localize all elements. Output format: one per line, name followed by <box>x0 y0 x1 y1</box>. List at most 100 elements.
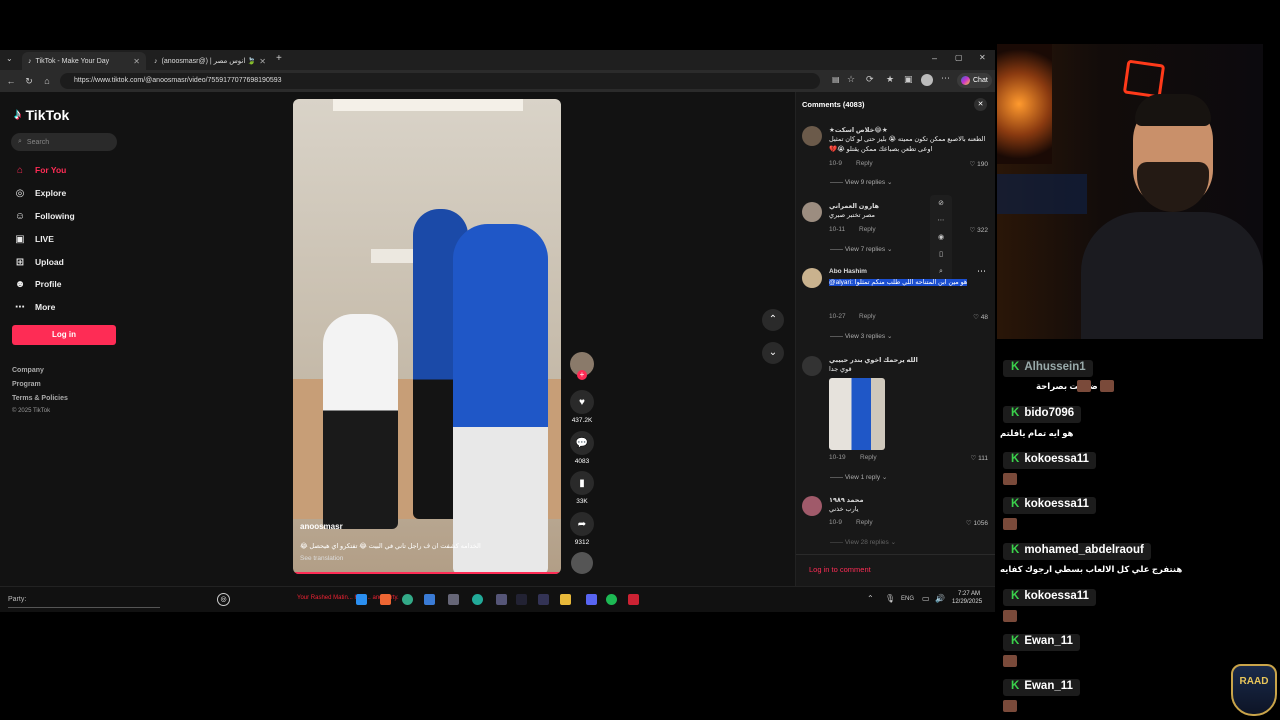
close-window-icon[interactable]: ✕ <box>979 53 986 62</box>
comment-like[interactable]: ♡ 322 <box>970 226 989 234</box>
chat-username[interactable]: K Ewan_11 <box>1003 679 1080 696</box>
back-icon[interactable]: ← <box>2 76 20 86</box>
nav-live[interactable]: ▣ LIVE <box>14 233 54 245</box>
video-author[interactable]: anoosmasr <box>300 522 343 531</box>
reply-button[interactable]: Reply <box>856 160 873 167</box>
reply-button[interactable]: Reply <box>859 226 876 233</box>
chat-username[interactable]: Kkokoessa11 <box>1003 497 1096 514</box>
comment-more-icon[interactable]: ⋯ <box>977 266 986 277</box>
video-progress-bar[interactable] <box>293 572 561 574</box>
edge-icon[interactable] <box>472 594 483 605</box>
network-icon[interactable]: ▭ <box>922 594 930 603</box>
comment-author[interactable]: Abo Hashim <box>829 268 867 275</box>
video-player[interactable]: anoosmasr الخدامه كشفت ان ف راجل تاني في… <box>293 99 561 574</box>
tab-tiktok[interactable]: ♪ TikTok - Make Your Day ✕ <box>22 52 146 70</box>
comment-action[interactable]: 💬 4083 <box>568 431 596 465</box>
app-icon[interactable] <box>628 594 639 605</box>
folder-icon[interactable] <box>560 594 571 605</box>
close-tab-icon[interactable]: ✕ <box>259 57 266 66</box>
avatar[interactable] <box>802 202 822 222</box>
avatar[interactable] <box>802 268 822 288</box>
extension-icon[interactable]: ⟳ <box>866 74 874 85</box>
comment-author[interactable]: هارون العمراني <box>829 202 879 210</box>
tab-profile[interactable]: ♪ (anoosmasr@) | انوس مصر 🍃 ... ✕ <box>148 52 272 70</box>
chat-username[interactable]: Kkokoessa11 <box>1003 452 1096 469</box>
more-icon[interactable]: ⋯ <box>930 212 952 229</box>
nav-profile[interactable]: ☻ Profile <box>14 278 62 290</box>
chat-username[interactable]: Kmohamed_abdelraouf <box>1003 543 1151 560</box>
footer-company[interactable]: Company <box>12 367 44 374</box>
mic-icon[interactable]: 🎙 <box>885 594 895 603</box>
comment-like[interactable]: ♡ 111 <box>970 454 988 462</box>
comment-like[interactable]: ♡ 48 <box>973 313 988 321</box>
comment-like[interactable]: ♡ 1056 <box>966 519 988 527</box>
hide-icon[interactable]: ⊘ <box>930 195 952 212</box>
nav-more[interactable]: ⋯ More <box>14 301 55 313</box>
maximize-icon[interactable]: ▢ <box>955 53 963 62</box>
comment-author[interactable]: محمد ١٩٨٩ <box>829 496 864 504</box>
reply-button[interactable]: Reply <box>859 313 876 320</box>
avatar[interactable] <box>802 496 822 516</box>
login-button[interactable]: Log in <box>12 325 116 345</box>
follow-plus-icon[interactable]: + <box>577 370 587 380</box>
view-replies[interactable]: —— View 1 reply ⌄ <box>830 473 887 481</box>
close-tab-icon[interactable]: ✕ <box>133 57 140 66</box>
chat-username[interactable]: K Ewan_11 <box>1003 634 1080 651</box>
next-video-button[interactable]: ⌄ <box>762 342 784 364</box>
avatar[interactable] <box>802 126 822 146</box>
share-action[interactable]: ➦ 9312 <box>568 512 596 546</box>
comment-author[interactable]: ★خلاص اسكت😂★ <box>829 126 888 134</box>
tab-list-icon[interactable]: ⌄ <box>6 54 13 63</box>
minimize-icon[interactable]: – <box>932 53 937 63</box>
menu-dots-icon[interactable]: ⋯ <box>941 73 950 84</box>
profile-avatar-icon[interactable] <box>921 74 933 86</box>
volume-icon[interactable]: 🔊 <box>935 594 945 603</box>
save-action[interactable]: ▮ 33K <box>568 471 596 505</box>
view-replies[interactable]: —— View 7 replies ⌄ <box>830 245 892 253</box>
copilot-chat-button[interactable]: Chat <box>957 73 992 88</box>
app-icon[interactable] <box>496 594 507 605</box>
tiktok-logo[interactable]: ♪ TikTok <box>14 106 69 123</box>
nav-for-you[interactable]: ⌂ For You <box>14 164 66 176</box>
previous-video-button[interactable]: ⌃ <box>762 309 784 331</box>
refresh-icon[interactable]: ↻ <box>20 76 38 87</box>
home-icon[interactable]: ⌂ <box>38 76 56 86</box>
copy-icon[interactable]: ▯ <box>930 246 952 263</box>
footer-terms[interactable]: Terms & Policies <box>12 395 68 402</box>
author-avatar[interactable]: + <box>568 352 596 380</box>
view-replies[interactable]: —— View 3 replies ⌄ <box>830 332 892 340</box>
comment-author[interactable]: الله يرحمك اخوي بندر حبيبي <box>829 356 918 364</box>
reply-button[interactable]: Reply <box>856 519 873 526</box>
collections-icon[interactable]: ▣ <box>904 74 913 85</box>
see-translation-link[interactable]: See translation <box>300 555 343 562</box>
reader-icon[interactable]: ▤ <box>832 75 840 84</box>
avatar[interactable] <box>802 356 822 376</box>
chat-username[interactable]: Kkokoessa11 <box>1003 589 1096 606</box>
chat-username[interactable]: Kbido7096 <box>1003 406 1082 423</box>
copilot-icon[interactable]: ◉ <box>930 229 952 246</box>
comment-image[interactable] <box>829 378 885 450</box>
login-to-comment[interactable]: Log in to comment <box>796 554 995 586</box>
nav-upload[interactable]: ⊞ Upload <box>14 256 64 268</box>
reply-button[interactable]: Reply <box>860 454 877 461</box>
close-comments-icon[interactable]: ✕ <box>974 98 987 111</box>
new-tab-icon[interactable]: + <box>276 53 282 64</box>
windows-start-icon[interactable] <box>356 594 367 605</box>
obs-icon[interactable]: ◎ <box>217 593 230 606</box>
chat-username[interactable]: K Alhussein1 <box>1003 360 1093 377</box>
music-disc[interactable] <box>568 552 596 574</box>
app-icon[interactable] <box>538 594 549 605</box>
search-input[interactable]: ⌕ Search <box>11 133 117 151</box>
discord-icon[interactable] <box>586 594 597 605</box>
mail-icon[interactable] <box>424 594 435 605</box>
footer-program[interactable]: Program <box>12 381 41 388</box>
spotify-icon[interactable] <box>606 594 617 605</box>
chrome-icon[interactable] <box>402 594 413 605</box>
tray-chevron-icon[interactable]: ⌃ <box>867 594 874 603</box>
url-field[interactable]: https://www.tiktok.com/@anoosmasr/video/… <box>60 73 820 89</box>
comment-like[interactable]: ♡ 190 <box>970 160 989 168</box>
app-icon[interactable] <box>448 594 459 605</box>
view-replies[interactable]: —— View 28 replies ⌄ <box>830 538 896 546</box>
clock-date[interactable]: 12/29/2025 <box>952 599 982 605</box>
clock-time[interactable]: 7:27 AM <box>958 591 980 597</box>
